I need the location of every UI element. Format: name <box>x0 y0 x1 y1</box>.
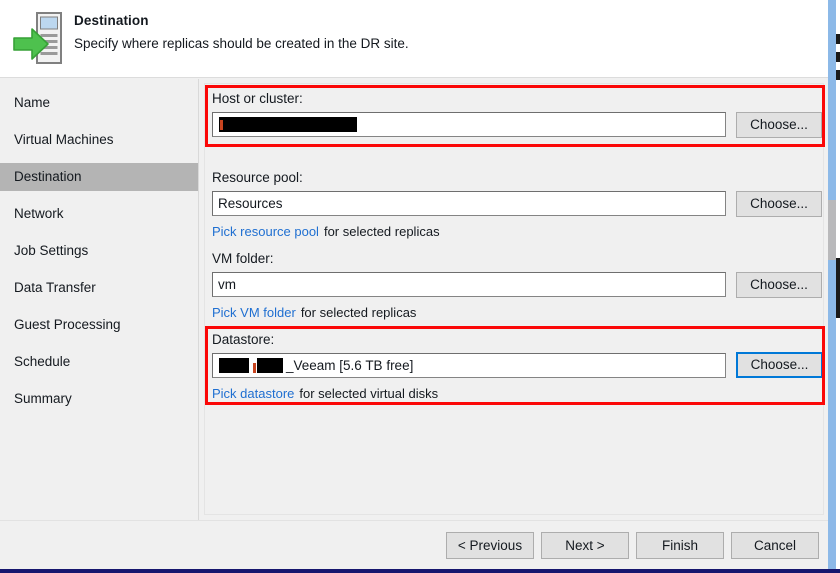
datastore-input[interactable]: _Veeam [5.6 TB free] <box>212 353 726 378</box>
vm-folder-hint: Pick VM folder for selected replicas <box>212 305 416 320</box>
resource-pool-hint-text: for selected replicas <box>323 224 440 239</box>
datastore-choose-button[interactable]: Choose... <box>736 352 823 378</box>
datastore-redaction-2 <box>256 357 284 374</box>
edge-marker <box>836 258 840 318</box>
host-or-cluster-label: Host or cluster: <box>212 91 303 106</box>
resource-pool-input[interactable]: Resources <box>212 191 726 216</box>
host-or-cluster-redaction <box>218 116 358 133</box>
datastore-hint-text: for selected virtual disks <box>299 386 439 401</box>
wizard-header-text: Destination Specify where replicas shoul… <box>74 12 774 53</box>
vm-folder-hint-text: for selected replicas <box>300 305 417 320</box>
background-window-edge <box>828 0 840 573</box>
finish-button[interactable]: Finish <box>636 532 724 559</box>
datastore-hint: Pick datastore for selected virtual disks <box>212 386 438 401</box>
server-replica-icon <box>12 8 70 70</box>
background-scrollbar-track[interactable] <box>828 0 836 573</box>
page-subtitle: Specify where replicas should be created… <box>74 36 409 51</box>
sidebar-item-schedule[interactable]: Schedule <box>0 348 198 376</box>
page-title: Destination <box>74 13 149 28</box>
next-button[interactable]: Next > <box>541 532 629 559</box>
wizard-body: Name Virtual Machines Destination Networ… <box>0 79 828 520</box>
vm-folder-label: VM folder: <box>212 251 274 266</box>
host-or-cluster-input[interactable] <box>212 112 726 137</box>
datastore-value-text: _Veeam [5.6 TB free] <box>286 358 414 373</box>
edge-marker <box>836 52 840 62</box>
datastore-label: Datastore: <box>212 332 275 347</box>
previous-button[interactable]: < Previous <box>446 532 534 559</box>
sidebar-item-network[interactable]: Network <box>0 200 198 228</box>
sidebar-item-virtual-machines[interactable]: Virtual Machines <box>0 126 198 154</box>
wizard-step-sidebar: Name Virtual Machines Destination Networ… <box>0 79 199 520</box>
background-scrollbar-thumb[interactable] <box>828 200 836 260</box>
sidebar-item-name[interactable]: Name <box>0 89 198 117</box>
resource-pool-choose-button[interactable]: Choose... <box>736 191 822 217</box>
sidebar-item-data-transfer[interactable]: Data Transfer <box>0 274 198 302</box>
taskbar-strip <box>0 569 840 573</box>
pick-datastore-link[interactable]: Pick datastore <box>212 386 294 401</box>
sidebar-item-summary[interactable]: Summary <box>0 385 198 413</box>
destination-settings-panel: Host or cluster: Choose... Resource pool… <box>200 79 828 520</box>
pick-resource-pool-link[interactable]: Pick resource pool <box>212 224 319 239</box>
sidebar-item-guest-processing[interactable]: Guest Processing <box>0 311 198 339</box>
edge-marker <box>836 34 840 44</box>
text-caret <box>220 120 223 130</box>
sidebar-item-job-settings[interactable]: Job Settings <box>0 237 198 265</box>
vm-folder-choose-button[interactable]: Choose... <box>736 272 822 298</box>
sidebar-item-destination[interactable]: Destination <box>0 163 198 191</box>
cancel-button[interactable]: Cancel <box>731 532 819 559</box>
replication-job-wizard: Destination Specify where replicas shoul… <box>0 0 840 573</box>
host-or-cluster-choose-button[interactable]: Choose... <box>736 112 822 138</box>
wizard-footer: < Previous Next > Finish Cancel <box>0 520 828 569</box>
vm-folder-input[interactable]: vm <box>212 272 726 297</box>
resource-pool-hint: Pick resource pool for selected replicas <box>212 224 440 239</box>
datastore-redaction-1 <box>218 357 250 374</box>
wizard-header: Destination Specify where replicas shoul… <box>0 0 828 78</box>
edge-marker <box>836 70 840 80</box>
resource-pool-label: Resource pool: <box>212 170 303 185</box>
pick-vm-folder-link[interactable]: Pick VM folder <box>212 305 296 320</box>
panel-frame <box>204 83 824 515</box>
